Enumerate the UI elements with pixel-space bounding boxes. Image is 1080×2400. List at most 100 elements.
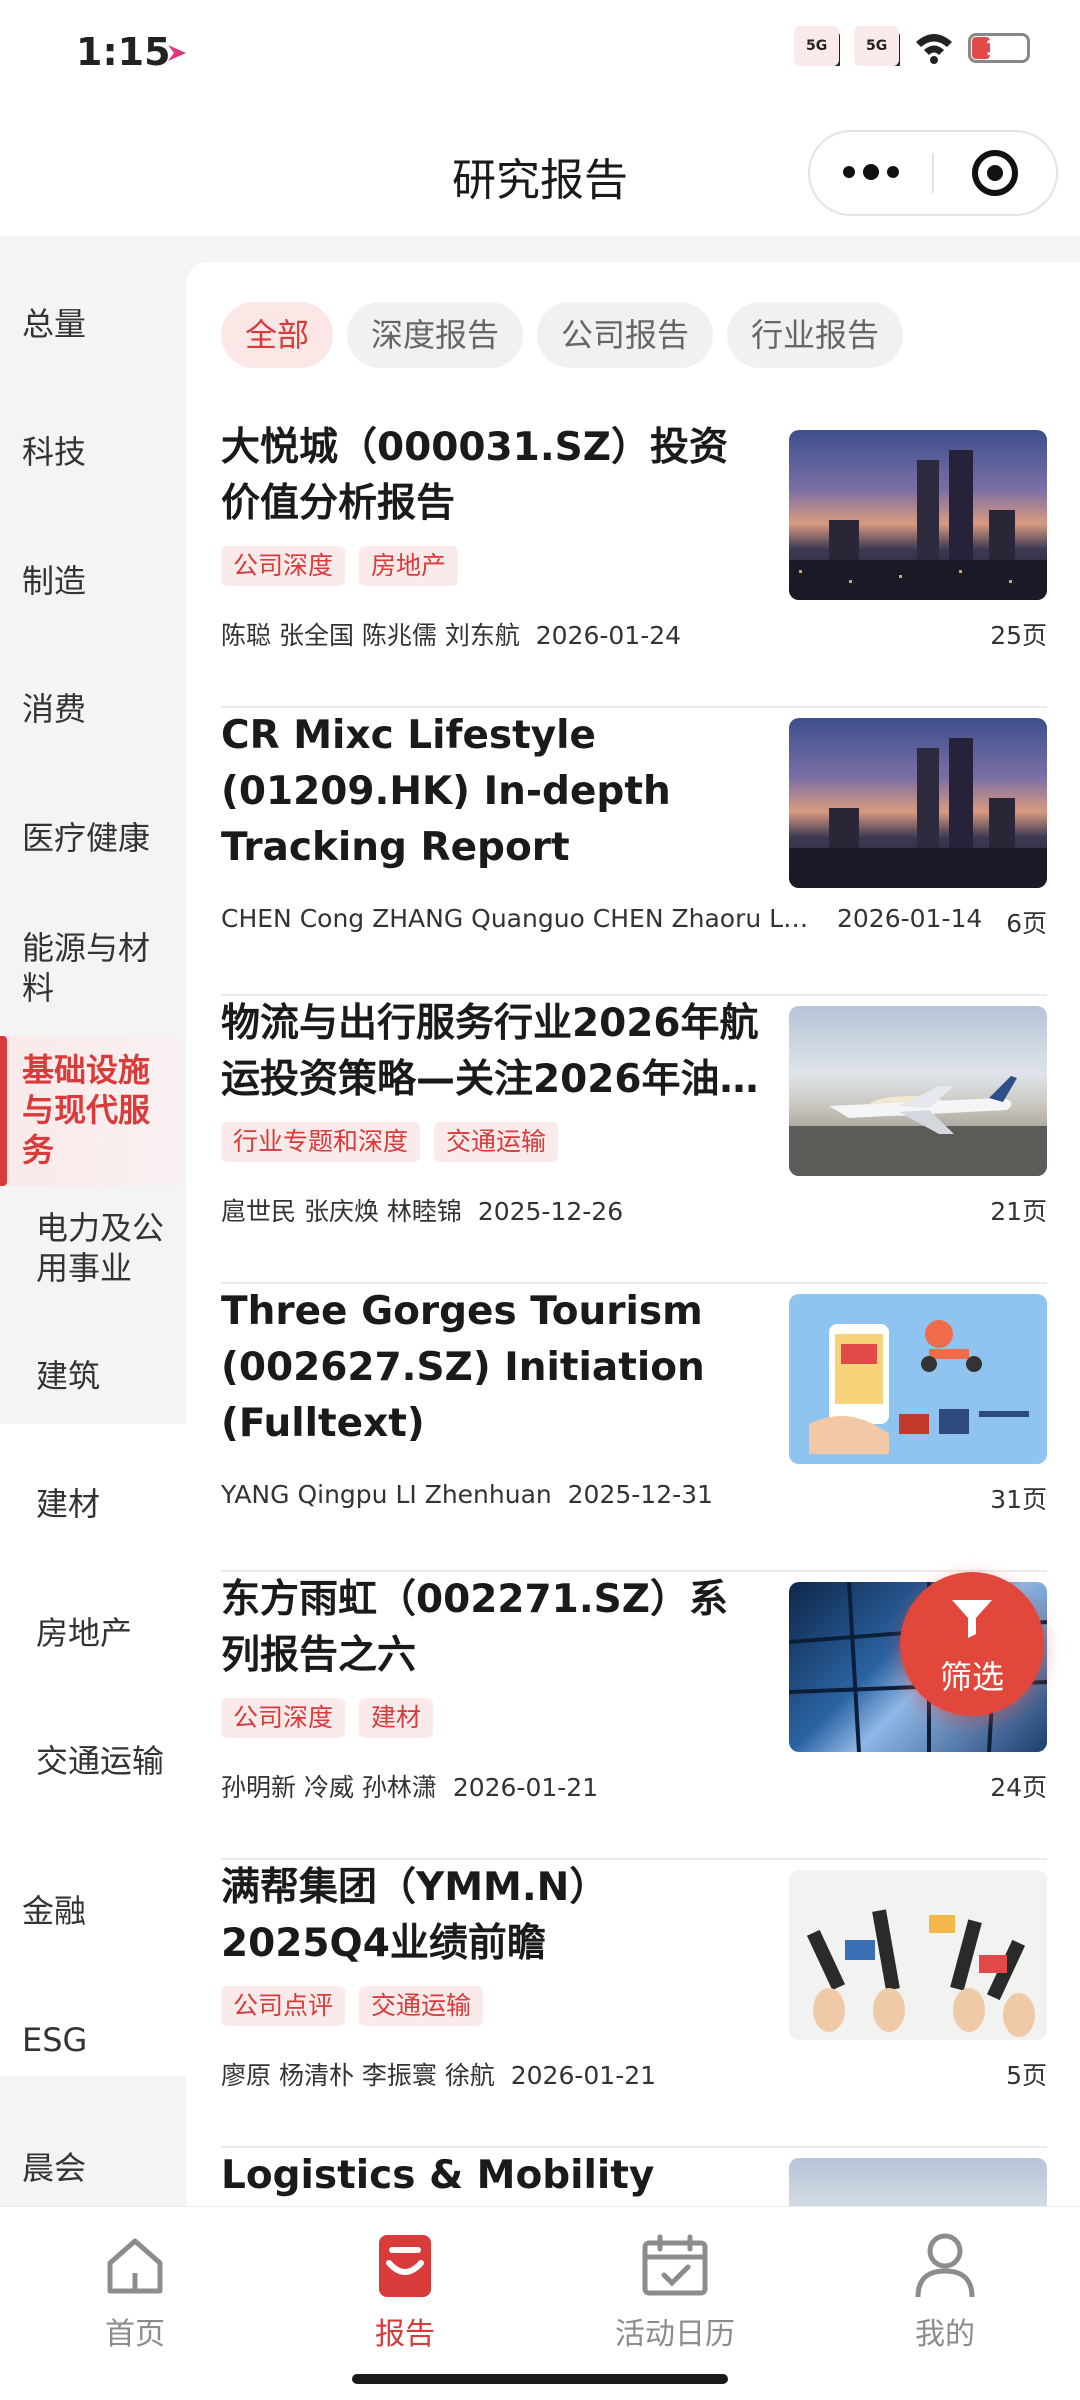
report-date: 2026-01-21 <box>452 1773 599 1802</box>
tab-calendar[interactable]: 活动日历 <box>575 2229 775 2353</box>
battery-icon: 11 <box>968 33 1030 63</box>
report-tag: 公司深度 <box>221 1698 346 1738</box>
sidebar-item-power-utilities[interactable]: 电力及公用事业 <box>0 1208 180 1288</box>
tab-calendar-label: 活动日历 <box>615 2317 735 2352</box>
signal-icon: 5G <box>794 26 840 66</box>
sidebar-item-energy[interactable]: 能源与材料 <box>0 928 170 1008</box>
report-pages: 24页 <box>990 1773 1047 1802</box>
filter-button[interactable]: 筛选 <box>900 1572 1044 1716</box>
report-thumbnail-city-skyline <box>789 718 1047 888</box>
report-pages: 21页 <box>990 1197 1047 1226</box>
report-authors: CHEN Cong ZHANG Quanguo CHEN Zhaoru LI..… <box>221 904 811 933</box>
filter-icon <box>952 1600 992 1638</box>
status-time: 1:15 <box>76 30 171 74</box>
status-icons: 5G 5G 11 <box>794 26 1030 66</box>
category-sidebar: 总量 科技 制造 消费 医疗健康 能源与材料 基础设施与现代服务 电力及公用事业… <box>0 236 186 2206</box>
report-title: 东方雨虹（002271.SZ）系列报告之六 <box>221 1577 729 1678</box>
chip-in-depth[interactable]: 深度报告 <box>347 302 524 368</box>
report-meta: 扈世民 张庆焕 林睦锦 2025-12-26 <box>221 1192 623 1228</box>
sidebar-item-morning-meeting[interactable]: 晨会 <box>0 2148 186 2188</box>
report-item[interactable]: Logistics & Mobility Services <box>221 2148 1047 2206</box>
report-tag: 公司深度 <box>221 546 346 586</box>
tab-profile-label: 我的 <box>915 2317 975 2352</box>
filter-chips: 全部 深度报告 公司报告 行业报告 <box>221 302 904 368</box>
chip-all[interactable]: 全部 <box>221 302 334 368</box>
report-date: 2025-12-31 <box>567 1480 713 1509</box>
report-title: Three Gorges Tourism (002627.SZ) Initiat… <box>221 1289 705 1446</box>
report-meta: YANG Qingpu LI Zhenhuan 2025-12-31 <box>221 1480 713 1509</box>
signal-icon-2: 5G <box>854 26 900 66</box>
sidebar-item-real-estate[interactable]: 房地产 <box>0 1613 186 1653</box>
sidebar-item-finance[interactable]: 金融 <box>0 1891 186 1931</box>
report-item[interactable]: CR Mixc Lifestyle (01209.HK) In-depth Tr… <box>221 708 1047 996</box>
report-thumbnail-airplane <box>789 2158 1047 2206</box>
tab-reports[interactable]: 报告 <box>305 2229 505 2353</box>
chip-industry[interactable]: 行业报告 <box>727 302 904 368</box>
report-tag: 房地产 <box>359 546 459 586</box>
status-bar: 1:15 5G 5G 11 <box>0 0 1080 110</box>
filter-label: 筛选 <box>939 1658 1004 1696</box>
report-title: 满帮集团（YMM.N）2025Q4业绩前瞻 <box>221 1865 609 1966</box>
report-item[interactable]: Three Gorges Tourism (002627.SZ) Initiat… <box>221 1284 1047 1572</box>
report-tag: 行业专题和深度 <box>221 1122 421 1162</box>
tab-home[interactable]: 首页 <box>35 2229 235 2353</box>
chip-company[interactable]: 公司报告 <box>537 302 714 368</box>
wifi-icon <box>916 34 952 64</box>
report-pages: 5页 <box>1006 2061 1047 2090</box>
report-date: 2026-01-14 <box>837 904 983 933</box>
report-pages: 31页 <box>990 1485 1047 1514</box>
tab-profile[interactable]: 我的 <box>845 2229 1045 2353</box>
report-item[interactable]: 大悦城（000031.SZ）投资价值分析报告 公司深度 房地产 陈聪 张全国 陈… <box>221 420 1047 708</box>
sidebar-item-construction[interactable]: 建筑 <box>0 1356 186 1396</box>
sidebar-item-infrastructure[interactable]: 基础设施与现代服务 <box>0 1036 180 1186</box>
report-authors: 廖原 杨清朴 李振寰 徐航 <box>221 2061 495 2090</box>
report-pages: 6页 <box>1006 909 1047 938</box>
report-pages: 25页 <box>990 621 1047 650</box>
report-title: 大悦城（000031.SZ）投资价值分析报告 <box>221 425 729 526</box>
home-icon <box>107 2238 163 2294</box>
report-date: 2026-01-21 <box>510 2061 657 2090</box>
more-options-icon[interactable] <box>810 164 932 180</box>
report-list-panel: 全部 深度报告 公司报告 行业报告 大悦城（000031.SZ）投资价值分析报告… <box>186 262 1080 2206</box>
close-miniprogram-icon[interactable] <box>934 150 1056 196</box>
sidebar-item-esg[interactable]: ESG <box>0 2020 186 2060</box>
report-date: 2026-01-24 <box>535 621 682 650</box>
report-tag: 交通运输 <box>434 1122 559 1162</box>
calendar-icon <box>642 2234 708 2296</box>
home-indicator <box>352 2374 728 2384</box>
bottom-tab-bar: 首页 报告 活动日历 我的 <box>0 2206 1080 2400</box>
report-title: 物流与出行服务行业2026年航运投资策略—关注2026年油运… <box>221 1001 759 1102</box>
report-item[interactable]: 满帮集团（YMM.N）2025Q4业绩前瞻 公司点评 交通运输 廖原 杨清朴 李… <box>221 1860 1047 2148</box>
report-tag: 交通运输 <box>359 1986 484 2026</box>
notification-flag-icon <box>168 45 186 61</box>
sidebar-item-consumer[interactable]: 消费 <box>0 689 186 729</box>
miniprogram-capsule <box>808 130 1058 216</box>
sidebar-item-transportation[interactable]: 交通运输 <box>0 1741 186 1781</box>
tab-reports-label: 报告 <box>375 2317 435 2352</box>
report-meta: 廖原 杨清朴 李振寰 徐航 2026-01-21 <box>221 2056 656 2092</box>
sidebar-item-tech[interactable]: 科技 <box>0 432 186 472</box>
report-thumbnail-airplane <box>789 1006 1047 1176</box>
tab-home-label: 首页 <box>105 2317 165 2352</box>
report-authors: YANG Qingpu LI Zhenhuan <box>221 1480 552 1509</box>
report-authors: 陈聪 张全国 陈兆儒 刘东航 <box>221 621 520 650</box>
report-tag: 建材 <box>359 1698 434 1738</box>
sidebar-item-manufacturing[interactable]: 制造 <box>0 561 186 601</box>
report-meta: 陈聪 张全国 陈兆儒 刘东航 2026-01-24 <box>221 616 681 652</box>
report-item[interactable]: 物流与出行服务行业2026年航运投资策略—关注2026年油运… 行业专题和深度 … <box>221 996 1047 1284</box>
report-title: Logistics & Mobility Services <box>221 2153 655 2198</box>
battery-level: 11 <box>985 36 1013 60</box>
sidebar-item-building-materials[interactable]: 建材 <box>0 1484 186 1524</box>
report-date: 2025-12-26 <box>477 1197 624 1226</box>
sidebar-item-total[interactable]: 总量 <box>0 304 186 344</box>
report-tag: 公司点评 <box>221 1986 346 2026</box>
report-thumbnail-delivery-illustration <box>789 1294 1047 1464</box>
header: 研究报告 <box>0 110 1080 236</box>
report-meta: 孙明新 冷威 孙林潇 2026-01-21 <box>221 1768 598 1804</box>
report-authors: 扈世民 张庆焕 林睦锦 <box>221 1197 462 1226</box>
report-thumbnail-city-skyline <box>789 430 1047 600</box>
sidebar-item-healthcare[interactable]: 医疗健康 <box>0 818 186 858</box>
report-thumbnail-microphones <box>789 1870 1047 2040</box>
user-icon <box>915 2233 975 2298</box>
report-title: CR Mixc Lifestyle (01209.HK) In-depth Tr… <box>221 713 671 870</box>
